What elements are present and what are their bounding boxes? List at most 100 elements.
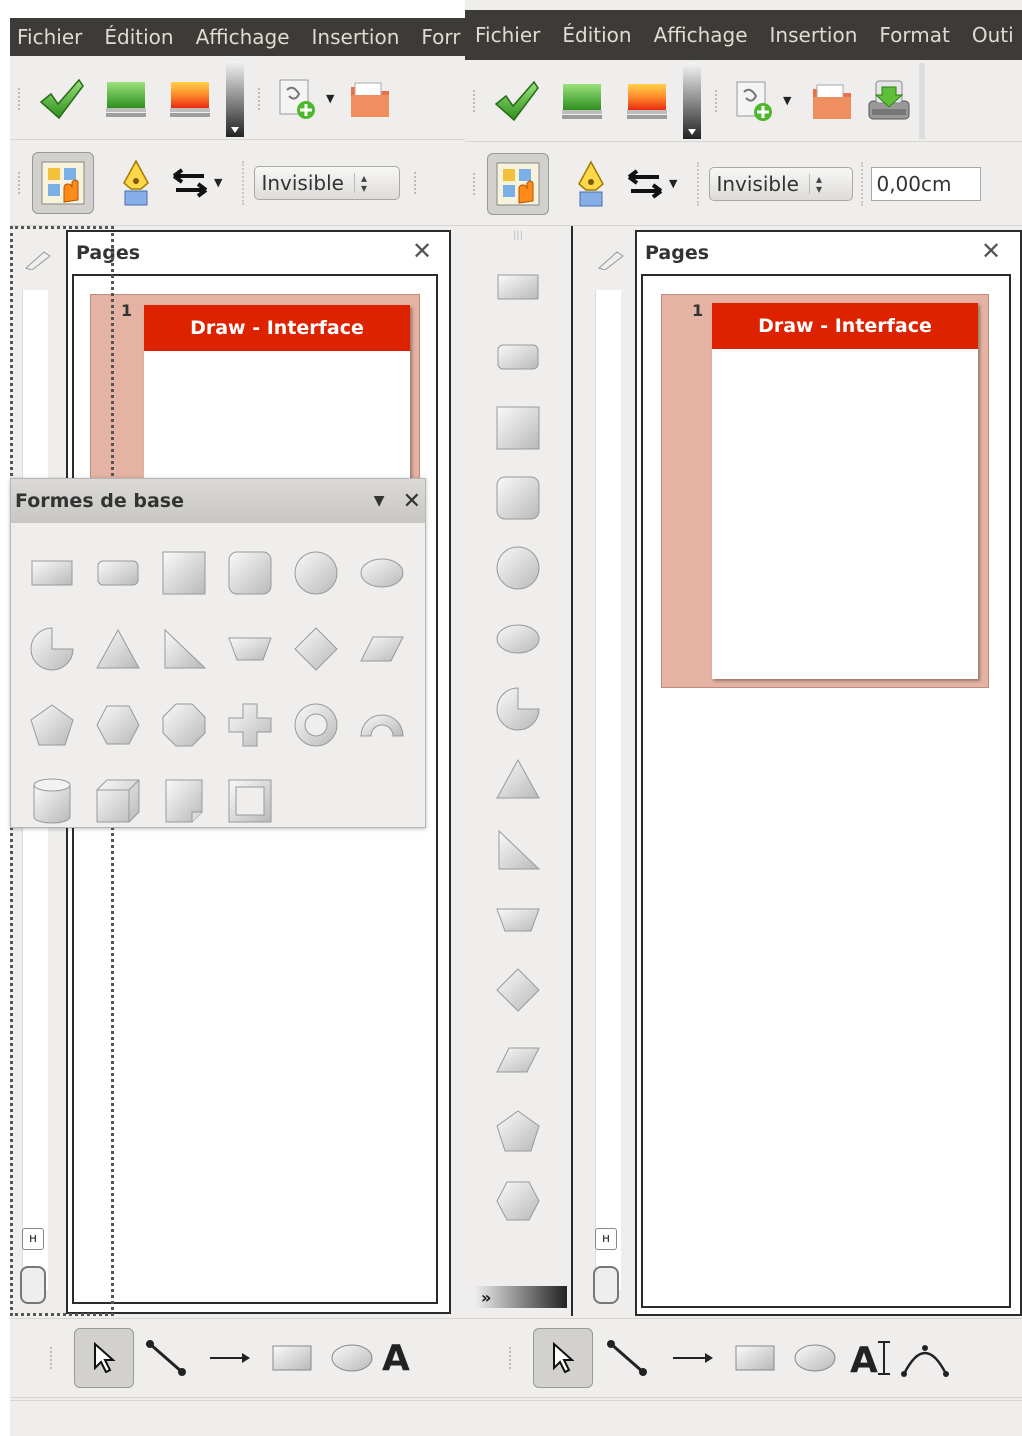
menu-format[interactable]: Forr bbox=[421, 25, 460, 49]
toolbar-grip[interactable] bbox=[18, 171, 24, 194]
diamond-icon[interactable] bbox=[495, 955, 541, 1025]
add-page-dropdown[interactable]: ▼ bbox=[326, 92, 334, 105]
ellipse-tool-icon[interactable] bbox=[322, 1341, 382, 1375]
circle-icon[interactable] bbox=[495, 533, 541, 603]
spin-icon[interactable]: ▴ ▾ bbox=[353, 172, 367, 194]
ellipse-icon[interactable] bbox=[495, 603, 541, 673]
arrow-line-tool-icon[interactable] bbox=[661, 1348, 725, 1368]
pentagon-icon[interactable] bbox=[495, 1096, 541, 1166]
menu-affichage[interactable]: Affichage bbox=[196, 25, 290, 49]
open-folder-icon[interactable] bbox=[801, 81, 861, 121]
circle-pie-icon[interactable] bbox=[29, 626, 75, 676]
rectangle-tool-icon[interactable] bbox=[725, 1341, 785, 1375]
ring-icon[interactable] bbox=[293, 702, 339, 752]
diamond-icon[interactable] bbox=[293, 626, 339, 676]
add-page-icon[interactable] bbox=[729, 80, 779, 122]
cylinder-icon[interactable] bbox=[32, 777, 72, 829]
select-tool-button[interactable] bbox=[533, 1328, 593, 1388]
ellipse-icon[interactable] bbox=[359, 556, 405, 594]
menu-fichier[interactable]: Fichier bbox=[17, 25, 82, 49]
rectangle-rounded-icon[interactable] bbox=[496, 322, 540, 392]
block-arc-icon[interactable] bbox=[359, 710, 405, 744]
square-rounded-icon[interactable] bbox=[495, 463, 541, 533]
connector-icon[interactable] bbox=[593, 1266, 619, 1304]
toolbar-grip[interactable] bbox=[473, 172, 479, 195]
toolbar-menu-arrow-icon[interactable]: ▼ bbox=[374, 493, 385, 509]
right-triangle-icon[interactable] bbox=[495, 814, 541, 884]
rectangle-icon[interactable] bbox=[496, 252, 540, 322]
menu-edition[interactable]: Édition bbox=[562, 23, 631, 47]
menu-fichier[interactable]: Fichier bbox=[475, 23, 540, 47]
pentagon-icon[interactable] bbox=[29, 703, 75, 751]
menu-outils[interactable]: Outi bbox=[972, 23, 1014, 47]
arrow-style-dropdown[interactable]: ▼ bbox=[214, 176, 222, 189]
line-tool-icon[interactable] bbox=[134, 1338, 198, 1378]
toolbar-grip[interactable] bbox=[18, 87, 24, 110]
menu-insertion[interactable]: Insertion bbox=[770, 23, 858, 47]
gradient-color-icon[interactable] bbox=[677, 62, 707, 139]
toolbar-grip[interactable] bbox=[258, 87, 264, 110]
trapezoid-icon[interactable] bbox=[227, 634, 273, 668]
line-width-input[interactable]: 0,00cm bbox=[871, 166, 982, 201]
parallelogram-icon[interactable] bbox=[495, 1025, 541, 1095]
open-folder-icon[interactable] bbox=[344, 79, 394, 119]
text-tool-icon[interactable]: A bbox=[382, 1338, 410, 1379]
menu-affichage[interactable]: Affichage bbox=[654, 23, 748, 47]
menu-insertion[interactable]: Insertion bbox=[312, 25, 400, 49]
circle-pie-icon[interactable] bbox=[495, 674, 541, 744]
add-page-icon[interactable] bbox=[272, 78, 322, 120]
save-icon[interactable] bbox=[861, 79, 917, 123]
line-style-select[interactable]: Invisible ▴ ▾ bbox=[254, 165, 401, 200]
right-triangle-icon[interactable] bbox=[161, 628, 207, 674]
trapezoid-icon[interactable] bbox=[495, 885, 541, 955]
rectangle-tool-icon[interactable] bbox=[262, 1341, 322, 1375]
square-icon[interactable] bbox=[161, 550, 207, 600]
arrow-style-icon[interactable] bbox=[170, 166, 210, 200]
hexagon-icon[interactable] bbox=[95, 704, 141, 750]
menu-edition[interactable]: Édition bbox=[104, 25, 173, 49]
octagon-icon[interactable] bbox=[161, 702, 207, 752]
pen-line-icon[interactable] bbox=[557, 159, 625, 208]
isosceles-triangle-icon[interactable] bbox=[495, 744, 541, 814]
bezier-curve-icon[interactable] bbox=[897, 1338, 953, 1378]
check-icon[interactable] bbox=[32, 78, 92, 120]
pen-line-icon[interactable] bbox=[102, 158, 170, 207]
isosceles-triangle-icon[interactable] bbox=[95, 628, 141, 674]
hexagon-icon[interactable] bbox=[495, 1166, 541, 1236]
green-layers-icon[interactable] bbox=[547, 80, 617, 122]
rectangle-rounded-icon[interactable] bbox=[96, 556, 140, 594]
line-tool-icon[interactable] bbox=[593, 1338, 661, 1378]
circle-icon[interactable] bbox=[293, 550, 339, 600]
toolbar-grip[interactable] bbox=[715, 89, 721, 112]
toolbar-grip[interactable] bbox=[50, 1347, 56, 1369]
menu-format[interactable]: Format bbox=[879, 23, 949, 47]
orange-layers-icon[interactable] bbox=[617, 80, 677, 122]
check-icon[interactable] bbox=[487, 80, 547, 122]
slide-thumbnail[interactable]: 1 Draw - Interface bbox=[661, 294, 989, 688]
green-layers-icon[interactable] bbox=[92, 78, 160, 120]
square-rounded-icon[interactable] bbox=[227, 550, 273, 600]
orange-layers-icon[interactable] bbox=[160, 78, 220, 120]
spin-icon[interactable]: ▴ ▾ bbox=[808, 173, 822, 195]
close-icon[interactable]: ✕ bbox=[412, 237, 432, 265]
toolbar-grip[interactable] bbox=[509, 1347, 515, 1369]
arrow-style-dropdown[interactable]: ▼ bbox=[669, 177, 677, 190]
points-edit-button[interactable] bbox=[32, 151, 94, 214]
close-icon[interactable]: ✕ bbox=[403, 489, 421, 514]
ruler-marker-icon[interactable]: H bbox=[595, 1228, 617, 1250]
ellipse-tool-icon[interactable] bbox=[785, 1341, 845, 1375]
close-icon[interactable]: ✕ bbox=[981, 237, 1001, 265]
toolbar-grip[interactable] bbox=[473, 89, 479, 112]
cross-icon[interactable] bbox=[227, 702, 273, 752]
parallelogram-icon[interactable] bbox=[359, 634, 405, 668]
toolbar-grip[interactable]: ||| bbox=[513, 226, 523, 252]
cube-icon[interactable] bbox=[95, 778, 141, 828]
rectangle-icon[interactable] bbox=[30, 556, 74, 594]
folded-corner-icon[interactable] bbox=[164, 778, 204, 828]
line-style-select[interactable]: Invisible ▴ ▾ bbox=[709, 166, 854, 201]
arrow-style-icon[interactable] bbox=[625, 167, 665, 201]
shapes-toolbar-header[interactable]: Formes de base ▼ ✕ bbox=[11, 479, 425, 523]
overflow-chevron-icon[interactable]: » bbox=[475, 1286, 567, 1308]
arrow-line-tool-icon[interactable] bbox=[198, 1348, 262, 1368]
gradient-color-icon[interactable] bbox=[220, 60, 250, 137]
